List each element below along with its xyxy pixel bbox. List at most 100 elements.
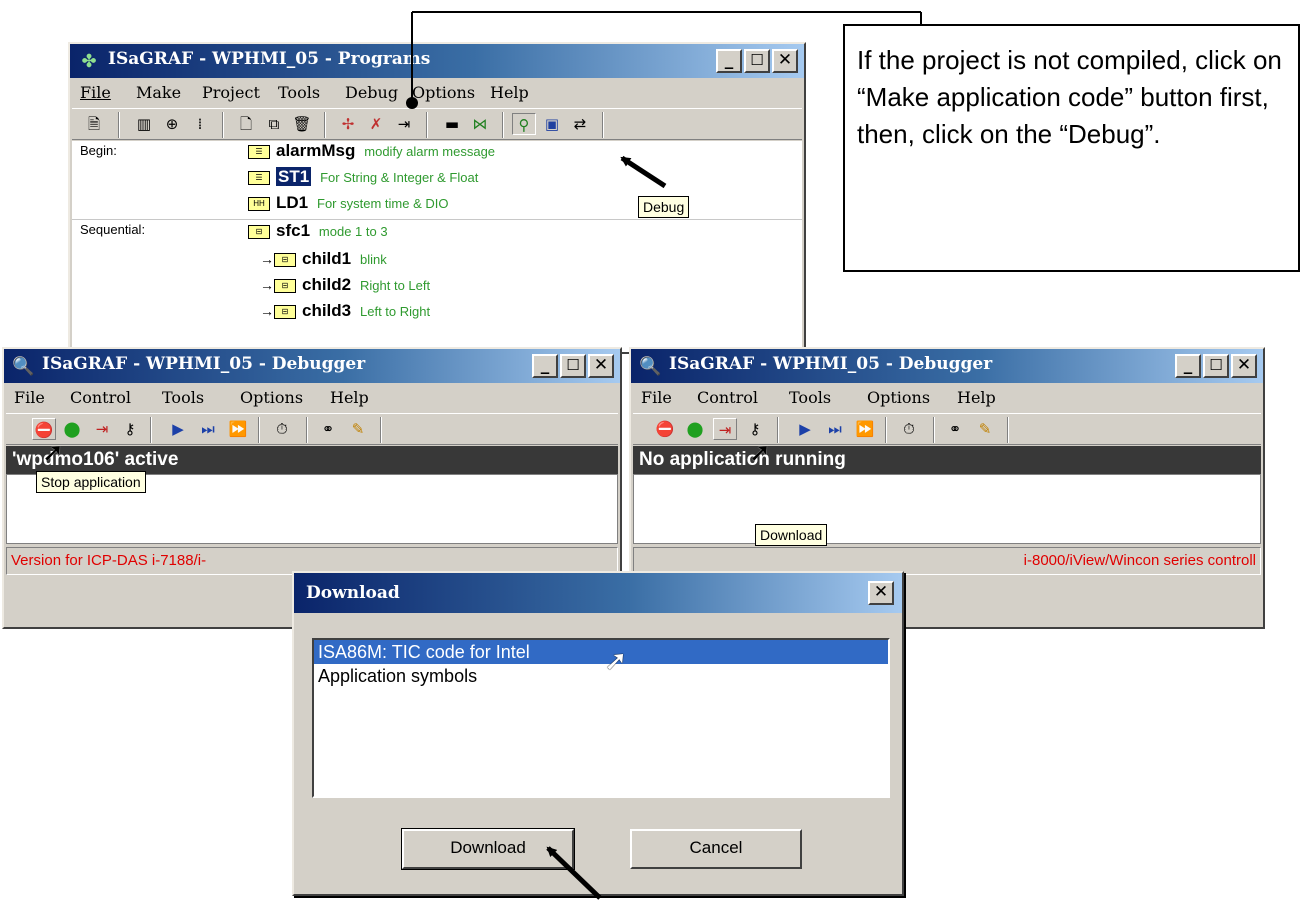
menu-control[interactable]: Control — [70, 388, 131, 407]
program-list: Begin: Sequential: ☰ alarmMsg modify alar… — [72, 141, 802, 352]
menu-help[interactable]: Help — [957, 388, 996, 407]
menu-tools[interactable]: Tools — [278, 83, 320, 102]
maximize-button[interactable]: ☐ — [560, 354, 586, 378]
touch-icon[interactable]: ⇥ — [392, 113, 416, 135]
maximize-button[interactable]: ☐ — [744, 49, 770, 73]
child-arrow-icon: → — [260, 277, 274, 293]
mouse-cursor-icon: ➚ — [42, 437, 64, 467]
toolbar-separator — [602, 112, 604, 138]
window-title: ISaGRAF - WPHMI_05 - Debugger — [42, 354, 366, 374]
key-icon[interactable]: ⚷ — [118, 418, 142, 440]
close-button[interactable]: ✕ — [772, 49, 798, 73]
menu-tools[interactable]: Tools — [162, 388, 204, 407]
compile-icon[interactable]: ▬ — [440, 113, 464, 135]
section-label: Sequential: — [80, 222, 146, 237]
run-icon[interactable]: ▶ — [166, 418, 190, 440]
toolbar-separator — [426, 112, 428, 138]
copy-icon[interactable]: ⧉ — [262, 113, 286, 135]
menu-tools[interactable]: Tools — [789, 388, 831, 407]
step-icon[interactable]: ⏭ — [823, 418, 847, 440]
sfc-program-icon: ⊟ — [274, 278, 296, 293]
menu-help[interactable]: Help — [490, 83, 529, 102]
verify-icon[interactable]: ✗ — [364, 113, 388, 135]
download-dialog: Download ✕ ISA86M: TIC code for Intel Ap… — [292, 571, 904, 896]
fast-forward-icon[interactable]: ⏩ — [853, 418, 877, 440]
fast-forward-icon[interactable]: ⏩ — [226, 418, 250, 440]
spy-icon[interactable]: ✎ — [346, 418, 370, 440]
debugger-titlebar[interactable]: 🔍 ISaGRAF - WPHMI_05 - Debugger _ ☐ ✕ — [631, 349, 1263, 383]
cancel-button[interactable]: Cancel — [630, 829, 802, 869]
debug-tooltip: Debug — [638, 196, 690, 218]
maximize-button[interactable]: ☐ — [1203, 354, 1229, 378]
binoculars-icon[interactable]: ⚭ — [316, 418, 340, 440]
close-button[interactable]: ✕ — [588, 354, 614, 378]
step-icon[interactable]: ⏭ — [196, 418, 220, 440]
program-row[interactable]: ☰ ST1 For String & Integer & Float — [248, 167, 478, 187]
toolbar-separator — [118, 112, 120, 138]
download-listbox[interactable]: ISA86M: TIC code for Intel Application s… — [312, 638, 890, 798]
definitions-icon[interactable]: ⁞ — [188, 113, 212, 135]
section-label: Begin: — [80, 143, 117, 158]
menu-help[interactable]: Help — [330, 388, 369, 407]
list-item[interactable]: ISA86M: TIC code for Intel — [314, 640, 888, 664]
st-program-icon: ☰ — [248, 170, 270, 185]
programs-titlebar[interactable]: ✤ ISaGRAF - WPHMI_05 - Programs _ ☐ ✕ — [70, 44, 804, 78]
close-button[interactable]: ✕ — [868, 581, 894, 605]
minimize-button[interactable]: _ — [532, 354, 558, 378]
make-application-icon[interactable]: ✢ — [336, 113, 360, 135]
debugger-toolbar: ⛔ ⬤ ⇥ ⚷ ▶ ⏭ ⏩ ⏱ ⚭ ✎ — [6, 413, 618, 445]
menu-debug[interactable]: Debug — [345, 83, 398, 102]
close-button[interactable]: ✕ — [1231, 354, 1257, 378]
stop-icon[interactable]: ⛔ — [653, 418, 677, 440]
list-item[interactable]: Application symbols — [314, 664, 888, 688]
menu-options[interactable]: Options — [867, 388, 930, 407]
timer-icon[interactable]: ⏱ — [270, 418, 294, 440]
version-text: i-8000/iView/Wincon series controll — [1023, 552, 1256, 569]
program-row[interactable]: → ⊟ child3 Left to Right — [260, 301, 430, 321]
download-icon[interactable]: ⇥ — [713, 418, 737, 440]
menu-project[interactable]: Project — [202, 83, 260, 102]
simulate-icon[interactable]: ▣ — [540, 113, 564, 135]
debug-icon[interactable]: ⚲ — [512, 113, 536, 135]
binoculars-icon[interactable]: ⚭ — [943, 418, 967, 440]
menu-options[interactable]: Options — [412, 83, 475, 102]
delete-icon[interactable]: 🗑 — [290, 113, 314, 135]
toolbar-separator — [1007, 417, 1009, 443]
menu-control[interactable]: Control — [697, 388, 758, 407]
program-row[interactable]: → ⊟ child1 blink — [260, 249, 387, 269]
toolbar-separator — [150, 417, 152, 443]
program-row[interactable]: ⊟ sfc1 mode 1 to 3 — [248, 221, 388, 241]
download-icon[interactable]: ⇥ — [90, 418, 114, 440]
toolbar-separator — [258, 417, 260, 443]
program-row[interactable]: → ⊟ child2 Right to Left — [260, 275, 430, 295]
toolbar-separator — [222, 112, 224, 138]
dictionary-icon[interactable]: ▥ — [132, 113, 156, 135]
connect-icon[interactable]: ⇄ — [568, 113, 592, 135]
document-icon[interactable]: 🗎 — [82, 113, 106, 135]
start-icon[interactable]: ⬤ — [683, 418, 707, 440]
minimize-button[interactable]: _ — [1175, 354, 1201, 378]
program-row[interactable]: ☰ alarmMsg modify alarm message — [248, 141, 495, 161]
window-title: ISaGRAF - WPHMI_05 - Programs — [108, 49, 431, 69]
isagraf-app-icon: ✤ — [81, 51, 97, 71]
menu-file[interactable]: File — [641, 388, 672, 407]
debugger-toolbar: ⛔ ⬤ ⇥ ⚷ ▶ ⏭ ⏩ ⏱ ⚭ ✎ — [633, 413, 1261, 445]
new-program-icon[interactable]: 🗋 — [234, 113, 258, 135]
stop-application-tooltip: Stop application — [36, 471, 146, 493]
download-button[interactable]: Download — [401, 828, 575, 870]
sfc-program-icon: ⊟ — [248, 224, 270, 239]
compiler-options-icon[interactable]: ⋈ — [468, 113, 492, 135]
debugger-titlebar[interactable]: 🔍 ISaGRAF - WPHMI_05 - Debugger _ ☐ ✕ — [4, 349, 620, 383]
download-titlebar[interactable]: Download ✕ — [294, 573, 902, 613]
toolbar-separator — [324, 112, 326, 138]
timer-icon[interactable]: ⏱ — [897, 418, 921, 440]
spy-icon[interactable]: ✎ — [973, 418, 997, 440]
menu-make[interactable]: Make — [136, 83, 181, 102]
run-icon[interactable]: ▶ — [793, 418, 817, 440]
menu-options[interactable]: Options — [240, 388, 303, 407]
program-row[interactable]: HH LD1 For system time & DIO — [248, 193, 448, 213]
minimize-button[interactable]: _ — [716, 49, 742, 73]
menu-file[interactable]: File — [80, 83, 111, 102]
io-connection-icon[interactable]: ⊕ — [160, 113, 184, 135]
menu-file[interactable]: File — [14, 388, 45, 407]
